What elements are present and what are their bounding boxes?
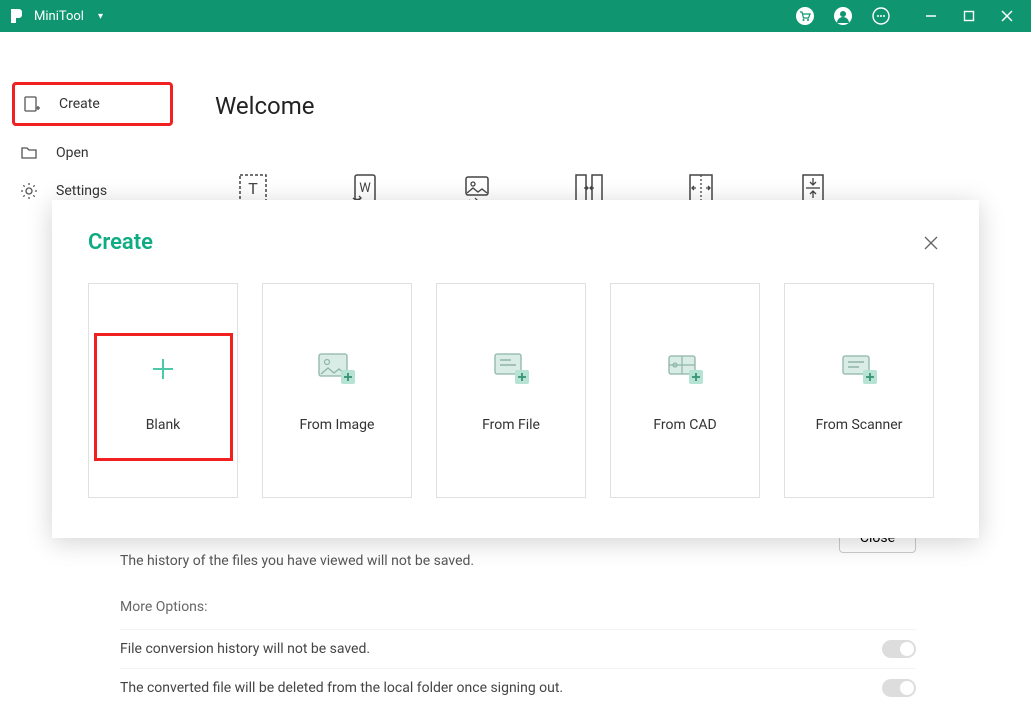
bottom-settings: Close The history of the files you have … [120, 523, 916, 707]
sidebar-item-label: Settings [56, 183, 107, 199]
card-from-cad[interactable]: From CAD [610, 283, 760, 498]
app-menu-caret-icon[interactable]: ▾ [98, 11, 103, 22]
card-from-image[interactable]: From Image [262, 283, 412, 498]
card-row: Blank From Image From File From CAD From… [88, 283, 943, 498]
close-button[interactable] [995, 6, 1019, 26]
more-options-label: More Options: [120, 599, 916, 615]
card-label: From File [482, 417, 540, 433]
modal-close-button[interactable] [919, 231, 943, 255]
image-icon [317, 349, 357, 389]
modal-title: Create [88, 230, 153, 255]
scanner-icon [839, 349, 879, 389]
sidebar-item-create[interactable]: Create [17, 87, 168, 121]
window-controls [919, 6, 1019, 26]
chat-icon[interactable] [871, 6, 891, 26]
svg-text:W: W [359, 181, 371, 196]
modal-header: Create [88, 230, 943, 255]
welcome-title: Welcome [215, 92, 1011, 120]
option-row-delete: The converted file will be deleted from … [120, 668, 916, 707]
minimize-button[interactable] [919, 6, 943, 26]
sidebar-item-label: Open [56, 145, 89, 161]
card-label: From Image [300, 417, 375, 433]
titlebar-left: MiniTool ▾ [8, 7, 103, 25]
toggle-delete[interactable] [882, 679, 916, 697]
titlebar: MiniTool ▾ [0, 0, 1031, 32]
cart-icon[interactable] [795, 6, 815, 26]
blank-highlight [94, 333, 233, 461]
history-desc: The history of the files you have viewed… [120, 553, 916, 569]
option-label: The converted file will be deleted from … [120, 680, 563, 696]
titlebar-right [795, 6, 1023, 26]
folder-icon [20, 144, 38, 162]
card-blank[interactable]: Blank [88, 283, 238, 498]
maximize-button[interactable] [957, 6, 981, 26]
sidebar-item-open[interactable]: Open [12, 134, 173, 172]
file-icon [491, 349, 531, 389]
cad-icon [665, 349, 705, 389]
card-label: From Scanner [816, 417, 903, 433]
card-from-scanner[interactable]: From Scanner [784, 283, 934, 498]
option-label: File conversion history will not be save… [120, 641, 370, 657]
gear-icon [20, 182, 38, 200]
create-icon [23, 95, 41, 113]
option-row-history: File conversion history will not be save… [120, 629, 916, 668]
app-name: MiniTool [34, 9, 84, 24]
create-modal: Create Blank From Image From File [52, 200, 979, 538]
toggle-history[interactable] [882, 640, 916, 658]
sidebar-item-label: Create [59, 96, 100, 112]
card-from-file[interactable]: From File [436, 283, 586, 498]
svg-text:T: T [248, 179, 258, 198]
card-label: From CAD [653, 417, 716, 433]
app-logo-icon [8, 7, 26, 25]
user-icon[interactable] [833, 6, 853, 26]
sidebar-create-highlight: Create [12, 82, 173, 126]
